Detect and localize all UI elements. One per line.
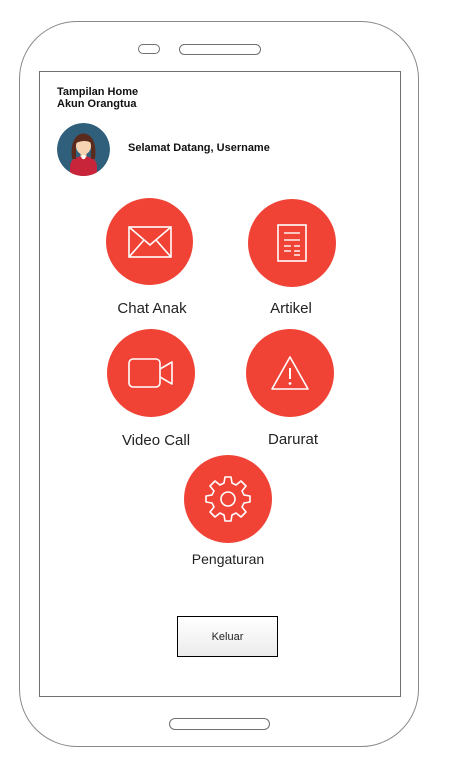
warning-icon [271, 356, 309, 390]
phone-camera [138, 44, 160, 54]
video-camera-icon [128, 358, 173, 388]
phone-speaker [179, 44, 261, 55]
girl-avatar-icon [57, 123, 110, 176]
gear-icon [205, 476, 251, 522]
document-icon [277, 224, 307, 262]
video-call-button[interactable] [107, 329, 195, 417]
phone-home-button[interactable] [169, 718, 270, 730]
pengaturan-button[interactable] [184, 455, 272, 543]
envelope-icon [127, 225, 172, 258]
logout-button[interactable]: Keluar [177, 616, 278, 657]
page-title-line1: Tampilan Home [57, 86, 139, 98]
chat-anak-label: Chat Anak [117, 300, 187, 317]
artikel-button[interactable] [248, 199, 336, 287]
page-title: Tampilan Home Akun Orangtua [57, 86, 138, 110]
chat-anak-button[interactable] [106, 198, 193, 285]
page-title-line2: Akun Orangtua [57, 98, 137, 110]
pengaturan-label: Pengaturan [191, 551, 265, 567]
welcome-text: Selamat Datang, Username [128, 142, 270, 154]
darurat-button[interactable] [246, 329, 334, 417]
avatar[interactable] [57, 123, 110, 176]
darurat-label: Darurat [267, 431, 319, 448]
artikel-label: Artikel [270, 300, 312, 317]
video-call-label: Video Call [121, 432, 191, 449]
